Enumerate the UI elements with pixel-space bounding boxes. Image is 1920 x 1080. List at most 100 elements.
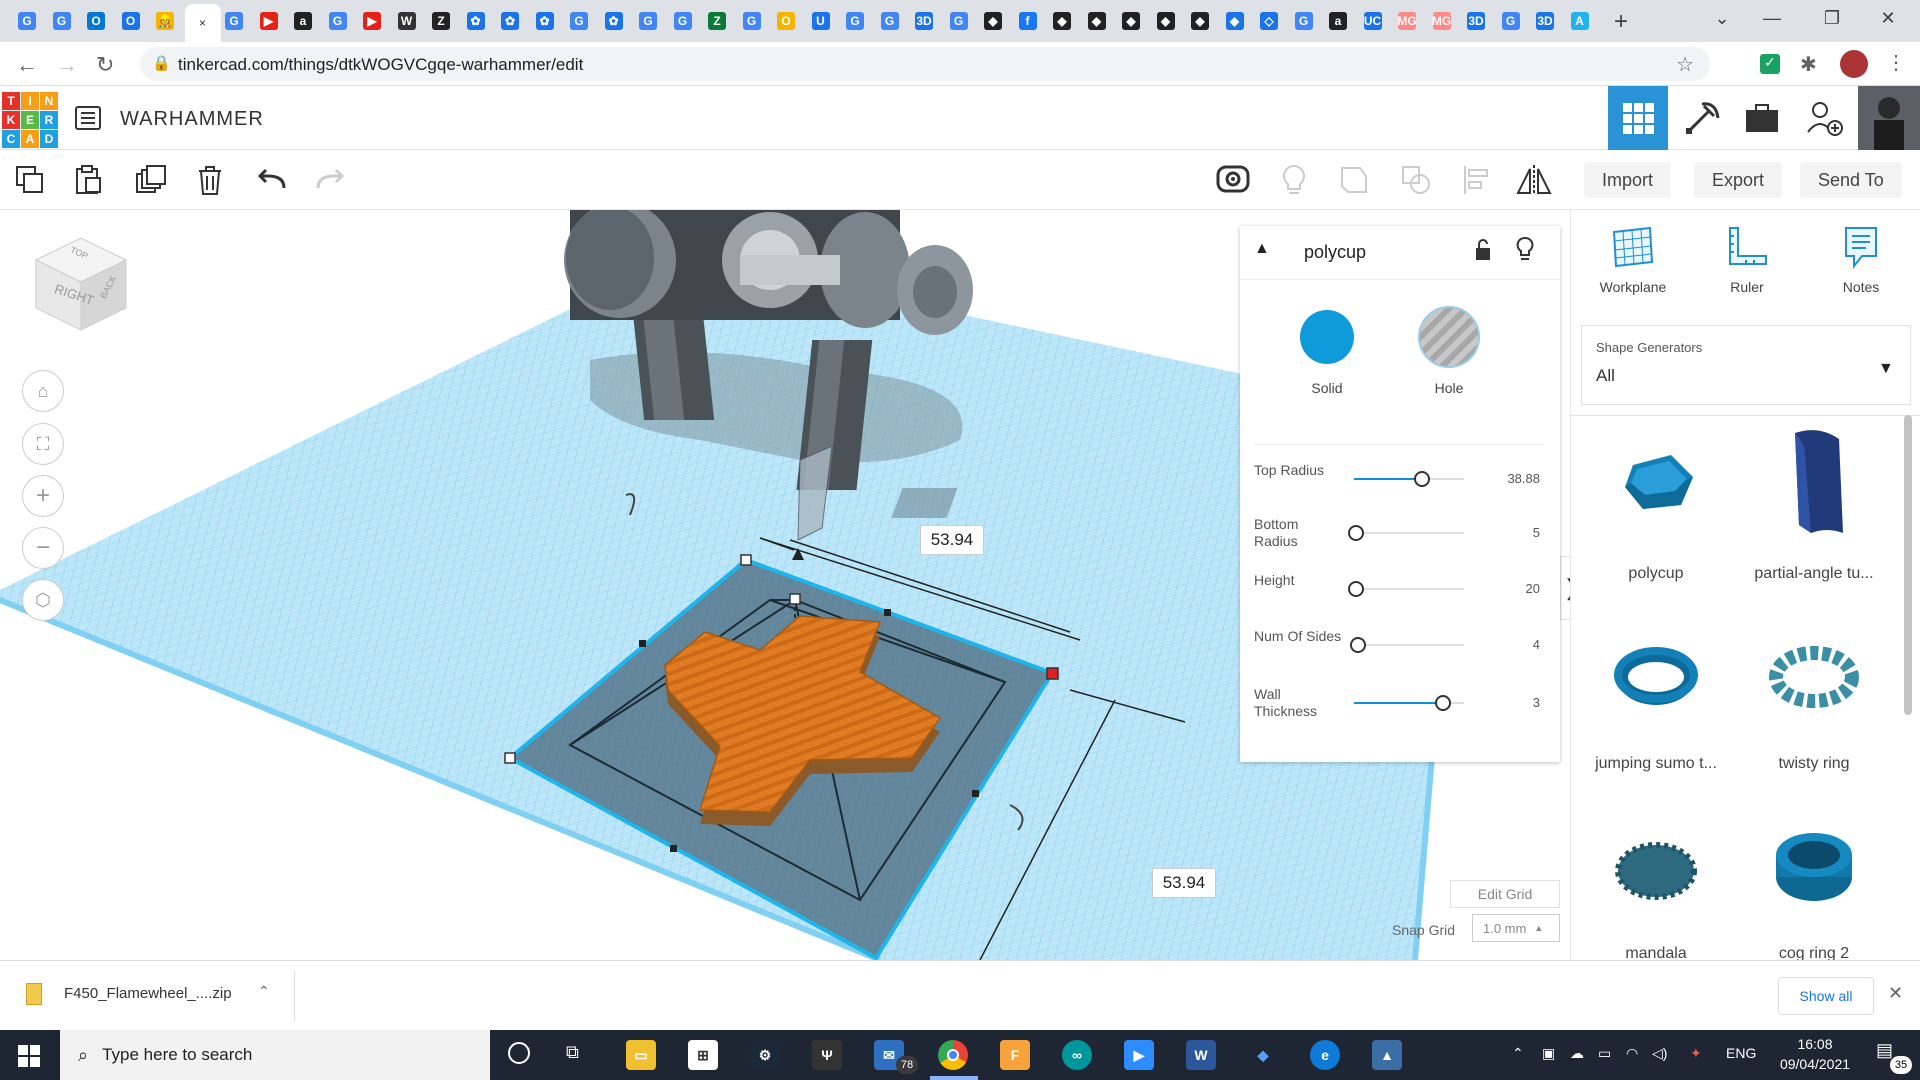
- redo-icon[interactable]: [310, 160, 350, 200]
- browser-tab-favicon[interactable]: G: [47, 6, 77, 36]
- resize-handle-right[interactable]: [1046, 667, 1059, 680]
- 3d-design-view-icon[interactable]: [1608, 86, 1668, 150]
- cortana-icon[interactable]: [508, 1042, 530, 1064]
- browser-tab-favicon[interactable]: MG: [1392, 6, 1422, 36]
- browser-tab-favicon[interactable]: G: [564, 6, 594, 36]
- reload-icon[interactable]: ↻: [96, 52, 114, 78]
- browser-tab-favicon[interactable]: O: [81, 6, 111, 36]
- height-handle[interactable]: [789, 593, 801, 605]
- edit-grid-button[interactable]: Edit Grid: [1450, 880, 1560, 908]
- browser-tab-favicon[interactable]: ✿: [530, 6, 560, 36]
- param-slider-knob[interactable]: [1434, 695, 1451, 711]
- shape-generators-select[interactable]: Shape Generators All ▼: [1581, 325, 1911, 405]
- download-options-chevron-icon[interactable]: ⌃: [258, 983, 270, 1000]
- file-explorer-icon[interactable]: ▭: [626, 1040, 656, 1070]
- browser-tab-favicon[interactable]: UC: [1358, 6, 1388, 36]
- wifi-icon[interactable]: ◠: [1626, 1045, 1638, 1062]
- edge-handle[interactable]: [884, 609, 891, 616]
- workplane-tool-button[interactable]: Workplane: [1583, 224, 1683, 295]
- browser-tab-favicon[interactable]: G: [668, 6, 698, 36]
- blocks-pickaxe-icon[interactable]: [1672, 86, 1732, 150]
- notes-visibility-icon[interactable]: [1213, 160, 1253, 200]
- maximize-icon[interactable]: ❐: [1812, 8, 1852, 29]
- browser-tab-favicon[interactable]: ◆: [1082, 6, 1112, 36]
- notes-tool-button[interactable]: Notes: [1811, 224, 1911, 295]
- param-slider-knob[interactable]: [1348, 525, 1364, 541]
- browser-tab-favicon[interactable]: ◆: [1116, 6, 1146, 36]
- browser-tab-favicon[interactable]: G: [875, 6, 905, 36]
- ruler-tool-button[interactable]: Ruler: [1697, 224, 1797, 295]
- show-all-downloads-button[interactable]: Show all: [1778, 977, 1874, 1015]
- group-icon[interactable]: [1334, 160, 1374, 200]
- steam-icon[interactable]: ⚙: [750, 1040, 780, 1070]
- browser-tab-favicon[interactable]: G: [737, 6, 767, 36]
- bookmark-star-icon[interactable]: ☆: [1676, 52, 1694, 77]
- shape-card-twisty-ring[interactable]: twisty ring: [1739, 615, 1889, 795]
- close-window-icon[interactable]: ✕: [1868, 8, 1908, 29]
- browser-tab-favicon[interactable]: ◆: [1185, 6, 1215, 36]
- back-icon[interactable]: ←: [16, 52, 38, 78]
- paste-icon[interactable]: [68, 160, 108, 200]
- url-text[interactable]: tinkercad.com/things/dtkWOGVCgqe-warhamm…: [178, 55, 583, 75]
- browser-tab-favicon[interactable]: 3D: [909, 6, 939, 36]
- param-slider-knob[interactable]: [1348, 581, 1364, 597]
- shape-name[interactable]: polycup: [1304, 242, 1366, 263]
- duplicate-icon[interactable]: [130, 160, 170, 200]
- edge-handle[interactable]: [670, 845, 677, 852]
- design-menu-icon[interactable]: [74, 104, 102, 132]
- forward-icon[interactable]: →: [56, 52, 78, 78]
- clock-time[interactable]: 16:08: [1770, 1036, 1860, 1052]
- browser-tab-favicon[interactable]: G: [219, 6, 249, 36]
- browser-tab-favicon[interactable]: G: [944, 6, 974, 36]
- hole-option-button[interactable]: [1418, 306, 1480, 368]
- param-slider[interactable]: [1348, 525, 1464, 541]
- delete-trash-icon[interactable]: [190, 160, 230, 200]
- browser-tab-favicon[interactable]: O: [771, 6, 801, 36]
- shape-card-cog-ring-2[interactable]: cog ring 2: [1739, 805, 1889, 985]
- home-view-icon[interactable]: ⌂: [22, 370, 64, 412]
- browser-tab-favicon[interactable]: A: [1565, 6, 1595, 36]
- shape-card-mandala[interactable]: mandala: [1581, 805, 1731, 985]
- shape-card-partial-angle-tube[interactable]: partial-angle tu...: [1739, 425, 1889, 605]
- onedrive-icon[interactable]: ☁: [1570, 1045, 1584, 1062]
- param-slider[interactable]: [1354, 695, 1464, 711]
- browser-tab-favicon[interactable]: U: [806, 6, 836, 36]
- chrome-icon[interactable]: [938, 1040, 968, 1070]
- tinkercad-logo[interactable]: TIN KER CAD: [2, 92, 58, 148]
- zoom-out-icon[interactable]: −: [22, 527, 64, 569]
- param-slider[interactable]: [1354, 471, 1464, 487]
- param-slider-knob[interactable]: [1414, 471, 1430, 487]
- diamond-app-icon[interactable]: ◆: [1248, 1040, 1278, 1070]
- shape-card-jumping-sumo[interactable]: jumping sumo t...: [1581, 615, 1731, 795]
- taskbar-search-box[interactable]: ⌕ Type here to search: [60, 1030, 490, 1080]
- word-icon[interactable]: W: [1186, 1040, 1216, 1070]
- browser-tab-favicon[interactable]: MG: [1427, 6, 1457, 36]
- param-slider-knob[interactable]: [1350, 637, 1367, 653]
- browser-tab-favicon[interactable]: a: [288, 6, 318, 36]
- browser-tab-favicon[interactable]: 3D: [1530, 6, 1560, 36]
- language-indicator[interactable]: ENG: [1726, 1045, 1756, 1061]
- volume-icon[interactable]: ◁): [1652, 1045, 1667, 1062]
- browser-tab-favicon[interactable]: G: [633, 6, 663, 36]
- predator-icon[interactable]: Ψ: [812, 1040, 842, 1070]
- chrome-menu-icon[interactable]: ⋮: [1886, 50, 1906, 75]
- browser-tab-favicon[interactable]: G: [1289, 6, 1319, 36]
- shapes-scrollbar[interactable]: [1904, 415, 1912, 715]
- browser-tab-favicon[interactable]: ▶: [254, 6, 284, 36]
- tab-search-icon[interactable]: ⌄: [1702, 8, 1742, 29]
- store-icon[interactable]: ⊞: [688, 1040, 718, 1070]
- undo-icon[interactable]: [252, 160, 292, 200]
- fusion-icon[interactable]: F: [1000, 1040, 1030, 1070]
- browser-tab-favicon[interactable]: ◆: [1220, 6, 1250, 36]
- zoom-icon[interactable]: ▶: [1124, 1040, 1154, 1070]
- download-file-name[interactable]: F450_Flamewheel_....zip: [64, 985, 232, 1002]
- browser-tab-favicon[interactable]: 👷: [150, 6, 180, 36]
- user-avatar[interactable]: [1858, 86, 1920, 150]
- clock-date[interactable]: 09/04/2021: [1770, 1056, 1860, 1072]
- export-button[interactable]: Export: [1694, 162, 1783, 198]
- browser-tab-favicon[interactable]: W: [392, 6, 422, 36]
- light-bulb-icon[interactable]: [1274, 160, 1314, 200]
- snap-grid-select[interactable]: 1.0 mm ▲: [1472, 914, 1560, 942]
- lock-icon[interactable]: 🔒: [152, 54, 171, 72]
- browser-tab-favicon[interactable]: G: [12, 6, 42, 36]
